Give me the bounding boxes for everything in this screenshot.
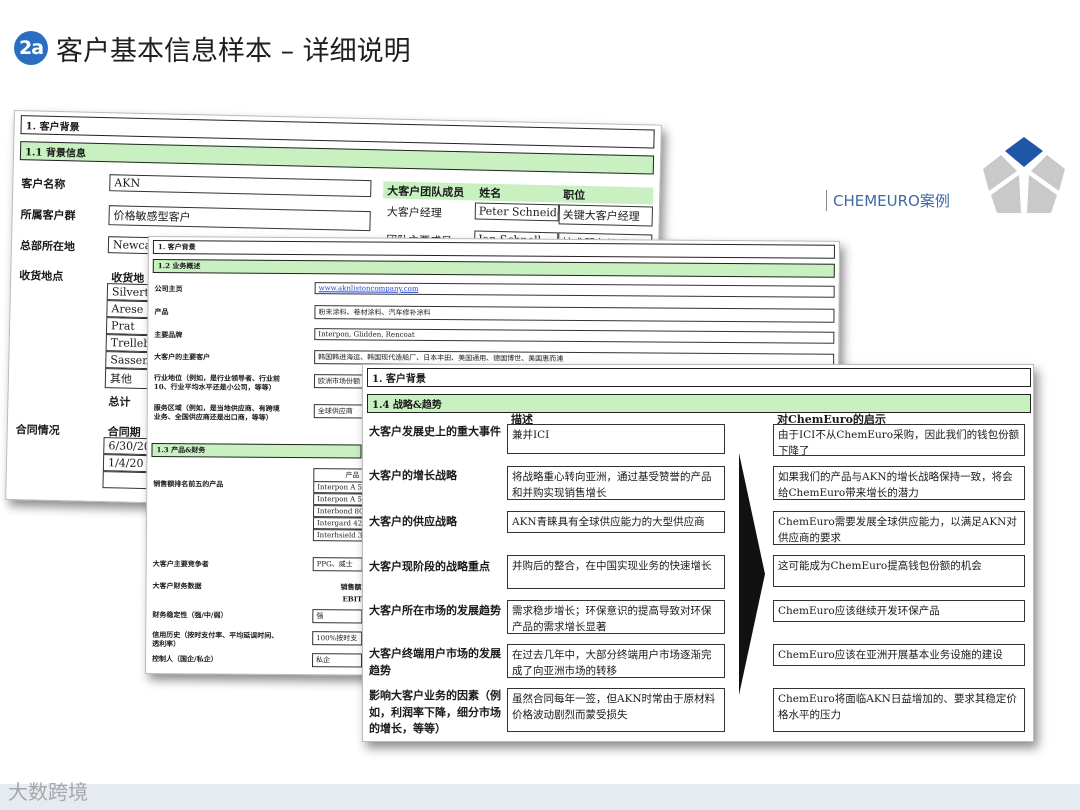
page-title: 客户基本信息样本 – 详细说明 — [56, 36, 411, 67]
strategy-description: 将战略重心转向亚洲，通过基受赞誉的产品和并购实现销售增长 — [507, 466, 725, 500]
footer-bar — [0, 784, 1080, 810]
brand-label: CHEMEURO案例 — [826, 190, 950, 211]
section-number-badge: 2a — [14, 31, 48, 65]
strategy-description: 并购后的整合，在中国实现业务的快速增长 — [507, 555, 725, 589]
section-header: 1. 客户背景 — [367, 368, 1031, 387]
brand-logo: CHEMEURO案例 — [826, 135, 1071, 225]
competitor-label: 大客户主要竞争者 — [152, 559, 209, 569]
ownership-label: 控制人（国企/私企） — [152, 654, 218, 664]
market-position-label: 行业地位（例如，是行业领导者、行业前 10、行业平均水平还是小公司，等等） — [153, 373, 281, 393]
competitor-field: PPG、威士 — [312, 557, 363, 572]
field-label: 总部所在地 — [19, 239, 76, 254]
team-header-role: 大客户团队成员 — [387, 184, 465, 200]
strategy-implication: 由于ICI不从ChemEuro采购，因此我们的钱包份额下降了 — [773, 424, 1025, 456]
product-item: Interhsield 30 — [312, 529, 363, 542]
contract-label: 合同情况 — [15, 423, 60, 438]
brands-field: Interpon, Glidden, Rencoat — [314, 328, 835, 344]
strategy-implication: ChemEuro需要发展全球供应能力，以满足AKN对供应商的要求 — [773, 511, 1025, 545]
customer-name-field: AKN — [109, 174, 372, 198]
finance-label: 大客户财务数据 — [152, 581, 202, 591]
credit-history-field: 100%按时支 — [312, 631, 363, 646]
strategy-implication: ChemEuro应该继续开发环保产品 — [773, 600, 1025, 622]
field-label: 公司主页 — [154, 284, 183, 294]
subsection-header: 1.3 产品&财务 — [151, 443, 362, 459]
strategy-implication: 如果我们的产品与AKN的增长战略保持一致，将会给ChemEuro带来增长的潜力 — [773, 466, 1025, 500]
strategy-row-label: 大客户所在市场的发展趋势 — [369, 604, 501, 617]
credit-history-label: 信用历史（按时支付率、平均延误时间、 透利率） — [152, 630, 279, 649]
document-page-strategy-trends: 1. 客户背景 1.4 战略&趋势 描述 对ChemEuro的启示 大客户发展史… — [362, 364, 1034, 742]
field-label: 大客户的主要客户 — [154, 352, 211, 362]
product-item: Interpon A 5 — [313, 493, 364, 506]
team-member-title: 关键大客户经理 — [558, 204, 653, 227]
strategy-row-label: 大客户的供应战略 — [369, 515, 457, 528]
total-label: 总计 — [108, 395, 131, 409]
delivery-label: 收货地点 — [19, 269, 64, 284]
homepage-field: www.aknlistoncompany.com — [314, 282, 835, 298]
strategy-description: 兼并ICI — [507, 424, 725, 454]
strategy-row-label: 大客户发展史上的重大事件 — [369, 425, 501, 438]
top-products-label: 销售额排名前五的产品 — [153, 479, 224, 489]
strategy-row-label: 影响大客户业务的因素（例如，利润率下降，细分市场的增长，等等） — [369, 689, 501, 735]
service-area-field: 全球供应商 — [313, 404, 364, 419]
team-header-name: 姓名 — [479, 186, 502, 201]
arrow-right-icon — [739, 453, 765, 695]
stability-field: 强 — [312, 609, 363, 624]
subsection-header: 1.2 业务概述 — [152, 259, 835, 278]
field-label: 客户名称 — [21, 177, 66, 192]
product-item: Interbond 80 — [313, 505, 364, 518]
strategy-implication: ChemEuro应该在亚洲开展基本业务设施的建设 — [773, 644, 1025, 666]
product-item: Interpon A 5 — [313, 481, 364, 494]
customer-segment-field: 价格敏感型客户 — [108, 205, 371, 232]
team-header-title: 职位 — [563, 188, 586, 202]
strategy-row-label: 大客户现阶段的战略重点 — [369, 560, 490, 573]
strategy-implication: 这可能成为ChemEuro提高钱包份额的机会 — [773, 555, 1025, 587]
pentagon-logo-icon — [983, 137, 1065, 213]
section-header: 1. 客户背景 — [152, 240, 835, 259]
strategy-description: 需求稳步增长；环保意识的提高导致对环保产品的需求增长显著 — [507, 600, 725, 634]
finance-sales-header: 销售额 — [340, 582, 362, 592]
product-item: Intergard 42 — [312, 517, 364, 530]
ownership-field: 私企 — [311, 653, 363, 668]
strategy-row-label: 大客户终端用户市场的发展趋势 — [369, 647, 501, 677]
homepage-link[interactable]: www.aknlistoncompany.com — [319, 284, 419, 293]
strategy-implication: ChemEuro将面临AKN日益增加的、要求其稳定价格水平的压力 — [773, 688, 1025, 732]
market-position-field: 欧洲市场份额 — [313, 374, 365, 389]
service-area-label: 服务区域（例如，是当地供应商、有跨境 业务、全国供应商还是出口商，等等） — [153, 403, 280, 423]
team-role: 大客户经理 — [386, 205, 442, 220]
strategy-description: 在过去几年中，大部分终端用户市场逐渐完成了向亚洲市场的转移 — [507, 644, 725, 678]
subsection-header: 1.4 战略&趋势 — [367, 394, 1031, 413]
strategy-description: 虽然合同每年一签，但AKN时常由于原材料价格波动剧烈而蒙受损失 — [507, 688, 725, 732]
products-field: 粉末涂料、卷材涂料、汽车修补涂料 — [314, 305, 835, 323]
strategy-row-label: 大客户的增长战略 — [369, 469, 457, 482]
team-member-name: Peter Schneider — [474, 202, 559, 222]
field-label: 产品 — [154, 307, 169, 317]
stability-label: 财务稳定性（强/中/弱） — [152, 610, 228, 620]
strategy-description: AKN青睐具有全球供应能力的大型供应商 — [507, 511, 725, 533]
watermark-text: 大数跨境 — [8, 780, 88, 804]
field-label: 主要品牌 — [154, 330, 183, 340]
finance-ebit-header: EBIT — [342, 594, 363, 604]
field-label: 所属客户群 — [20, 208, 76, 223]
